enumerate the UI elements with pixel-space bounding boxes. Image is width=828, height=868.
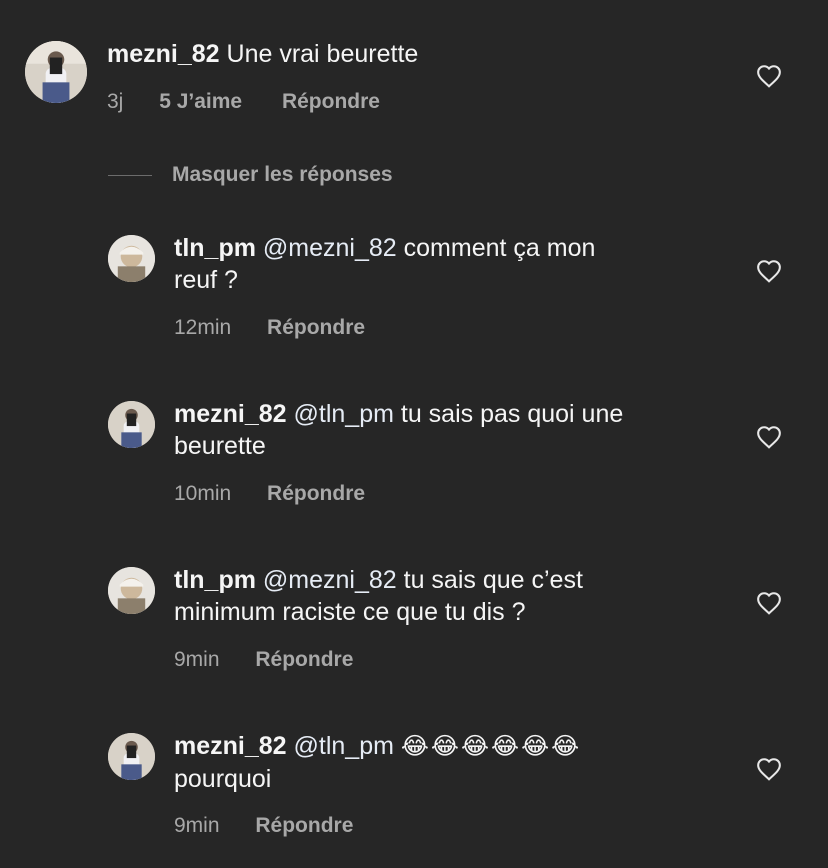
mention-link[interactable]: @tln_pm <box>294 400 394 428</box>
comment-body: Une vrai beurette <box>226 40 419 68</box>
reply-body: comment ça mon <box>403 234 596 262</box>
comment-text: mezni_82 Une vrai beurette <box>107 38 667 70</box>
heart-icon[interactable] <box>756 591 782 615</box>
heart-icon[interactable] <box>756 64 782 88</box>
reply-text: tln_pm @mezni_82 tu sais que c’est minim… <box>174 564 734 628</box>
laughing-emoji-icon: 😂😂😂😂😂😂 <box>400 733 582 760</box>
reply-text: tln_pm @mezni_82 comment ça mon reuf ? <box>174 232 734 296</box>
reply-meta: 12min Répondre <box>174 316 365 340</box>
heart-icon[interactable] <box>756 425 782 449</box>
reply-button[interactable]: Répondre <box>267 316 365 339</box>
reply-body: tu sais que c’est <box>403 566 583 594</box>
heart-icon[interactable] <box>756 259 782 283</box>
username[interactable]: tln_pm <box>174 566 256 594</box>
reply-text: mezni_82 @tln_pm tu sais pas quoi une be… <box>174 398 734 462</box>
reply-body-line2: pourquoi <box>174 765 272 793</box>
timestamp: 10min <box>174 482 232 505</box>
hide-replies-button[interactable]: Masquer les réponses <box>172 163 393 187</box>
reply-meta: 10min Répondre <box>174 482 365 506</box>
reply-body-line2: beurette <box>174 432 266 460</box>
avatar-tln[interactable] <box>108 567 155 614</box>
reply-text: mezni_82 @tln_pm 😂😂😂😂😂😂 pourquoi <box>174 730 734 795</box>
reply-body: tu sais pas quoi une <box>400 400 624 428</box>
divider <box>108 174 152 176</box>
hide-replies-row[interactable]: Masquer les réponses <box>108 160 393 190</box>
timestamp: 12min <box>174 316 232 339</box>
heart-icon[interactable] <box>756 757 782 781</box>
reply-meta: 9min Répondre <box>174 814 353 838</box>
reply-body-line2: minimum raciste ce que tu dis ? <box>174 598 526 626</box>
reply-meta: 9min Répondre <box>174 648 353 672</box>
username[interactable]: mezni_82 <box>174 732 287 760</box>
timestamp: 3j <box>107 90 124 113</box>
avatar-tln[interactable] <box>108 235 155 282</box>
timestamp: 9min <box>174 648 220 671</box>
timestamp: 9min <box>174 814 220 837</box>
avatar-mezni[interactable] <box>108 733 155 780</box>
username[interactable]: mezni_82 <box>107 40 220 68</box>
avatar-mezni[interactable] <box>108 401 155 448</box>
avatar-mezni[interactable] <box>25 41 87 103</box>
mention-link[interactable]: @mezni_82 <box>263 234 397 262</box>
comment-meta: 3j 5 J’aime Répondre <box>107 90 380 114</box>
reply-button[interactable]: Répondre <box>255 814 353 837</box>
mention-link[interactable]: @mezni_82 <box>263 566 397 594</box>
mention-link[interactable]: @tln_pm <box>294 732 394 760</box>
username[interactable]: tln_pm <box>174 234 256 262</box>
likes-count[interactable]: 5 J’aime <box>159 90 242 113</box>
reply-body-line2: reuf ? <box>174 266 238 294</box>
reply-button[interactable]: Répondre <box>255 648 353 671</box>
reply-button[interactable]: Répondre <box>267 482 365 505</box>
username[interactable]: mezni_82 <box>174 400 287 428</box>
reply-button[interactable]: Répondre <box>282 90 380 113</box>
